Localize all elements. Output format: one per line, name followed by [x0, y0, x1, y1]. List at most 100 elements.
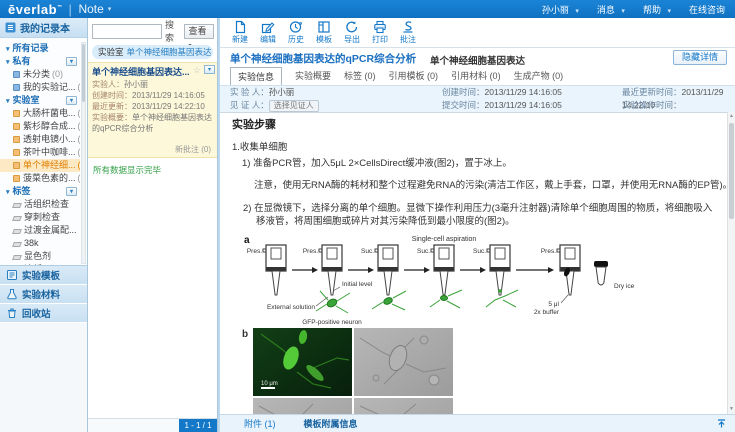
hide-details-button[interactable]: 隐藏详情	[673, 50, 727, 65]
help-menu[interactable]: 帮助 ▾	[643, 3, 671, 16]
top-header-bar: ēverlab™| Note ▾ 孙小丽 ▾ 消息 ▾ 帮助 ▾ 在线咨询	[0, 0, 735, 18]
select-witness-button[interactable]: 选择见证人	[269, 100, 319, 112]
sidebar-item-ecoli-electroporation[interactable]: 大肠杆菌电...(5)	[0, 107, 80, 120]
user-menu[interactable]: 孙小丽 ▾	[542, 3, 579, 16]
sidebar-tag-transition-metal[interactable]: 过渡金属配...	[0, 224, 80, 237]
created-value: 2013/11/29 14:16:05	[132, 91, 205, 100]
step-item: 2) 在显微镜下，选择分离的单个细胞。显微下操作利用压力(3毫升注射器)清除单个…	[256, 202, 721, 228]
toolbar-print-button[interactable]: 打印	[366, 18, 394, 47]
footer-item-label: 实验材料	[22, 287, 60, 301]
suction-label: Suc.	[361, 248, 374, 255]
group-menu-button[interactable]: ▾	[66, 96, 77, 105]
sidebar-group-laboratory[interactable]: ▾实验室▾	[0, 94, 80, 107]
sidebar-tag-puncture[interactable]: 穿刺检查	[0, 211, 80, 224]
annotations-link[interactable]: 新批注 (0)	[175, 144, 211, 155]
item-label: 过渡金属配...	[24, 225, 77, 235]
sidebar-item-uncategorized[interactable]: 未分类(0)	[0, 68, 80, 81]
card-menu-button[interactable]: ▾	[204, 65, 215, 74]
search-input[interactable]	[92, 24, 162, 39]
sidebar-item-tea-caffeine[interactable]: 茶叶中咖啡...(2)	[0, 146, 80, 159]
content-scrollbar[interactable]: ▲ ▼	[727, 112, 735, 414]
note-list-column: 搜索 查看 ▾ 实验室单个神经细胞基因表达 单个神经细胞基因表达... ☆ ▾ …	[88, 18, 218, 432]
experiment-item-icon	[13, 149, 20, 156]
experiment-item-icon	[13, 162, 20, 169]
view-dropdown-button[interactable]: 查看 ▾	[184, 24, 214, 39]
step-item: 1) 准备PCR管，加入5μL 2×CellsDirect缓冲液(图2)，置于冰…	[242, 157, 721, 170]
attachments-link[interactable]: 附件 (1)	[244, 417, 276, 430]
toolbar-template-button[interactable]: 模板	[310, 18, 338, 47]
chevron-down-icon[interactable]: ▾	[108, 5, 112, 13]
item-count: (2)	[78, 147, 80, 157]
dic-image-after-aspiration	[354, 398, 453, 414]
messages-menu[interactable]: 消息 ▾	[597, 3, 625, 16]
sidebar-scrollbar[interactable]	[81, 42, 86, 264]
trademark: ™	[57, 4, 63, 10]
sidebar-item-paclitaxel-synthesis[interactable]: 紫杉醇合成...(7)	[0, 120, 80, 133]
group-menu-button[interactable]: ▾	[66, 57, 77, 66]
sidebar-item-single-neuron[interactable]: 单个神经细...(1)	[0, 159, 80, 172]
sidebar-item-tem-mouse[interactable]: 透射电镜小...(0)	[0, 133, 80, 146]
toolbar-annotate-button[interactable]: 批注	[394, 18, 422, 47]
online-support-link[interactable]: 在线咨询	[689, 3, 725, 16]
item-label: 未分类	[23, 69, 50, 79]
item-count: (1)	[78, 160, 80, 170]
tab-referenced-templates[interactable]: 引用模板 (0)	[389, 67, 439, 85]
sidebar-item-experiment-templates[interactable]: 实验模板	[0, 266, 87, 285]
filter-chip[interactable]: 实验室单个神经细胞基因表达	[92, 45, 213, 59]
sidebar-tag-38k[interactable]: 38k	[0, 237, 80, 250]
caret-down-icon: ▾	[6, 189, 10, 196]
tab-experiment-info[interactable]: 实验信息	[230, 67, 282, 86]
sidebar-group-tags[interactable]: ▾标签▾	[0, 185, 80, 198]
pagination-status: 1 - 1 / 1	[179, 419, 217, 432]
scroll-up-arrow[interactable]: ▲	[728, 112, 735, 121]
toolbar-export-button[interactable]: 导出	[338, 18, 366, 47]
sidebar-empty-area	[0, 323, 87, 432]
tab-tags[interactable]: 标签 (0)	[344, 67, 376, 85]
messages-label: 消息	[597, 5, 615, 15]
tab-products[interactable]: 生成产物 (0)	[514, 67, 564, 85]
note-card[interactable]: 单个神经细胞基因表达... ☆ ▾ 实验人：孙小丽 创建时间：2013/11/2…	[88, 62, 217, 158]
sidebar-item-my-experiment-records[interactable]: 我的实验记...(1)	[0, 81, 80, 94]
toolbar-new-button[interactable]: 新建	[226, 18, 254, 47]
field-label: 实 验 人：	[230, 87, 269, 97]
field-label: 实验人：	[92, 80, 124, 89]
search-button[interactable]: 搜索	[165, 18, 181, 44]
sidebar-group-private[interactable]: ▾私有▾	[0, 55, 80, 68]
field-label: 创建时间：	[442, 87, 485, 97]
trash-icon	[6, 307, 18, 319]
template-info-link[interactable]: 模板附属信息	[304, 417, 358, 430]
sidebar-group-all-records[interactable]: ▾所有记录	[0, 42, 80, 55]
item-label: 大肠杆菌电...	[23, 108, 76, 118]
scrollbar-thumb[interactable]	[729, 123, 734, 219]
experiment-item-icon	[13, 175, 20, 182]
toolbar-edit-button[interactable]: 编辑	[254, 18, 282, 47]
template-icon	[6, 269, 18, 281]
sidebar-tag-color-reagent[interactable]: 显色剂	[0, 250, 80, 263]
item-label: 单个神经细...	[23, 160, 76, 170]
tag-icon	[12, 255, 22, 260]
tool-label: 模板	[316, 35, 332, 44]
logo[interactable]: ēverlab™|	[8, 2, 78, 17]
edit-icon	[261, 20, 275, 34]
field-label: 最近更新：	[92, 102, 132, 111]
sidebar-item-experiment-materials[interactable]: 实验材料	[0, 285, 87, 304]
panel-a-label: a	[244, 235, 250, 246]
sidebar-item-recycle-bin[interactable]: 回收站	[0, 304, 87, 323]
scrollbar-thumb[interactable]	[82, 44, 85, 102]
dic-image-with-pipette	[253, 398, 352, 414]
group-menu-button[interactable]: ▾	[66, 187, 77, 196]
sidebar-item-spinach-pigment[interactable]: 菠菜色素的...(1)	[0, 172, 80, 185]
toolbar-history-button[interactable]: 历史	[282, 18, 310, 47]
my-notebook-header[interactable]: 我的记录本	[0, 18, 87, 38]
username: 孙小丽	[542, 5, 569, 15]
sidebar-tag-biopsy[interactable]: 活组织检查	[0, 198, 80, 211]
help-label: 帮助	[643, 5, 661, 15]
search-bar: 搜索 查看 ▾	[92, 23, 214, 39]
tab-experiment-summary[interactable]: 实验概要	[295, 67, 331, 85]
star-icon[interactable]: ☆	[193, 65, 201, 76]
tab-referenced-materials[interactable]: 引用材料 (0)	[451, 67, 501, 85]
scroll-down-arrow[interactable]: ▼	[728, 405, 735, 414]
collapse-to-top-icon[interactable]	[716, 418, 727, 429]
caret-down-icon: ▾	[70, 189, 73, 195]
updated-value: 2013/11/29 14:22:10	[132, 102, 205, 111]
